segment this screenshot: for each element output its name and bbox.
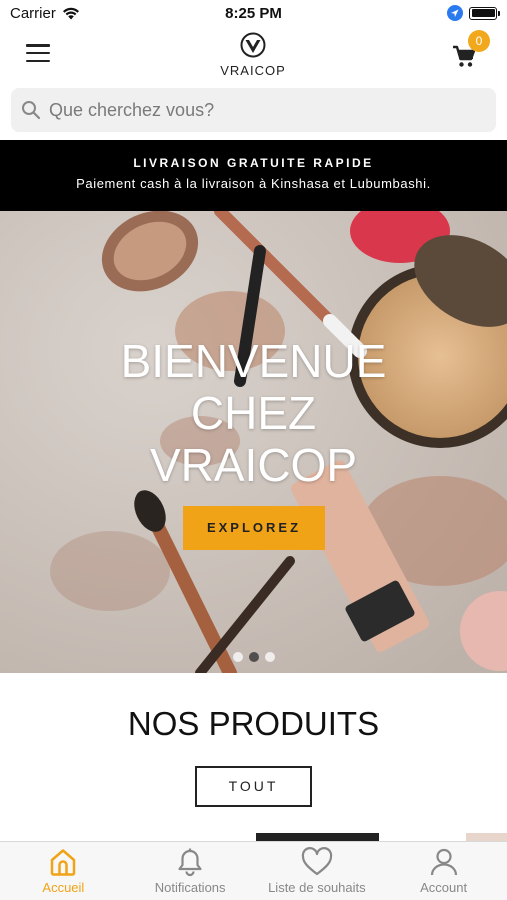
user-icon: [430, 848, 457, 876]
menu-icon: [26, 44, 50, 47]
promo-title: LIVRAISON GRATUITE RAPIDE: [133, 156, 374, 170]
carousel-pagination: [0, 652, 507, 662]
search-bar[interactable]: Que cherchez vous?: [11, 88, 496, 132]
hero-title-line: VRAICOP: [149, 439, 358, 491]
search-icon: [22, 101, 41, 120]
logo-text: VRAICOP: [220, 63, 286, 78]
tab-wishlist[interactable]: Liste de souhaits: [254, 842, 381, 900]
menu-icon-bar: [26, 51, 50, 55]
tab-account[interactable]: Account: [380, 842, 507, 900]
hero-title-line: BIENVENUE: [120, 335, 387, 387]
hero-title-line: CHEZ: [190, 387, 317, 439]
tab-label: Liste de souhaits: [268, 880, 366, 895]
menu-icon-bar: [26, 59, 50, 62]
cart-count-badge: 0: [468, 30, 490, 52]
logo-emblem-icon: [240, 32, 266, 58]
bell-icon: [178, 848, 202, 877]
products-section-title: NOS PRODUITS: [127, 705, 380, 742]
carousel-dot[interactable]: [264, 652, 275, 662]
status-bar: Carrier 8:25 PM: [0, 0, 507, 28]
tab-notifications[interactable]: Notifications: [127, 842, 254, 900]
status-right: [447, 5, 500, 21]
promo-subtitle: Paiement cash à la livraison à Kinshasa …: [76, 176, 431, 191]
battery-icon: [469, 6, 500, 20]
brand-logo[interactable]: VRAICOP: [203, 32, 303, 78]
promo-banner: LIVRAISON GRATUITE RAPIDE Paiement cash …: [0, 140, 507, 211]
all-products-button[interactable]: TOUT: [195, 766, 312, 807]
status-time: 8:25 PM: [225, 5, 282, 22]
carousel-dot[interactable]: [232, 652, 243, 662]
heart-icon: [301, 847, 333, 876]
tab-label: Accueil: [42, 880, 85, 895]
hero-title: BIENVENUE CHEZ VRAICOP: [0, 335, 507, 491]
home-icon: [51, 849, 76, 876]
tab-accueil[interactable]: Accueil: [0, 842, 127, 900]
tab-label: Notifications: [154, 880, 226, 895]
menu-button[interactable]: [24, 42, 52, 64]
explore-button[interactable]: EXPLOREZ: [183, 506, 325, 550]
location-icon: [447, 5, 463, 21]
bottom-tab-bar: Accueil Notifications Liste de souhaits …: [0, 841, 507, 900]
carousel-dot-active[interactable]: [248, 652, 259, 662]
search-input[interactable]: Que cherchez vous?: [49, 100, 214, 121]
hero-carousel[interactable]: BIENVENUE CHEZ VRAICOP EXPLOREZ: [0, 211, 507, 673]
app-header: VRAICOP 0: [0, 28, 507, 82]
tab-label: Account: [420, 880, 468, 895]
